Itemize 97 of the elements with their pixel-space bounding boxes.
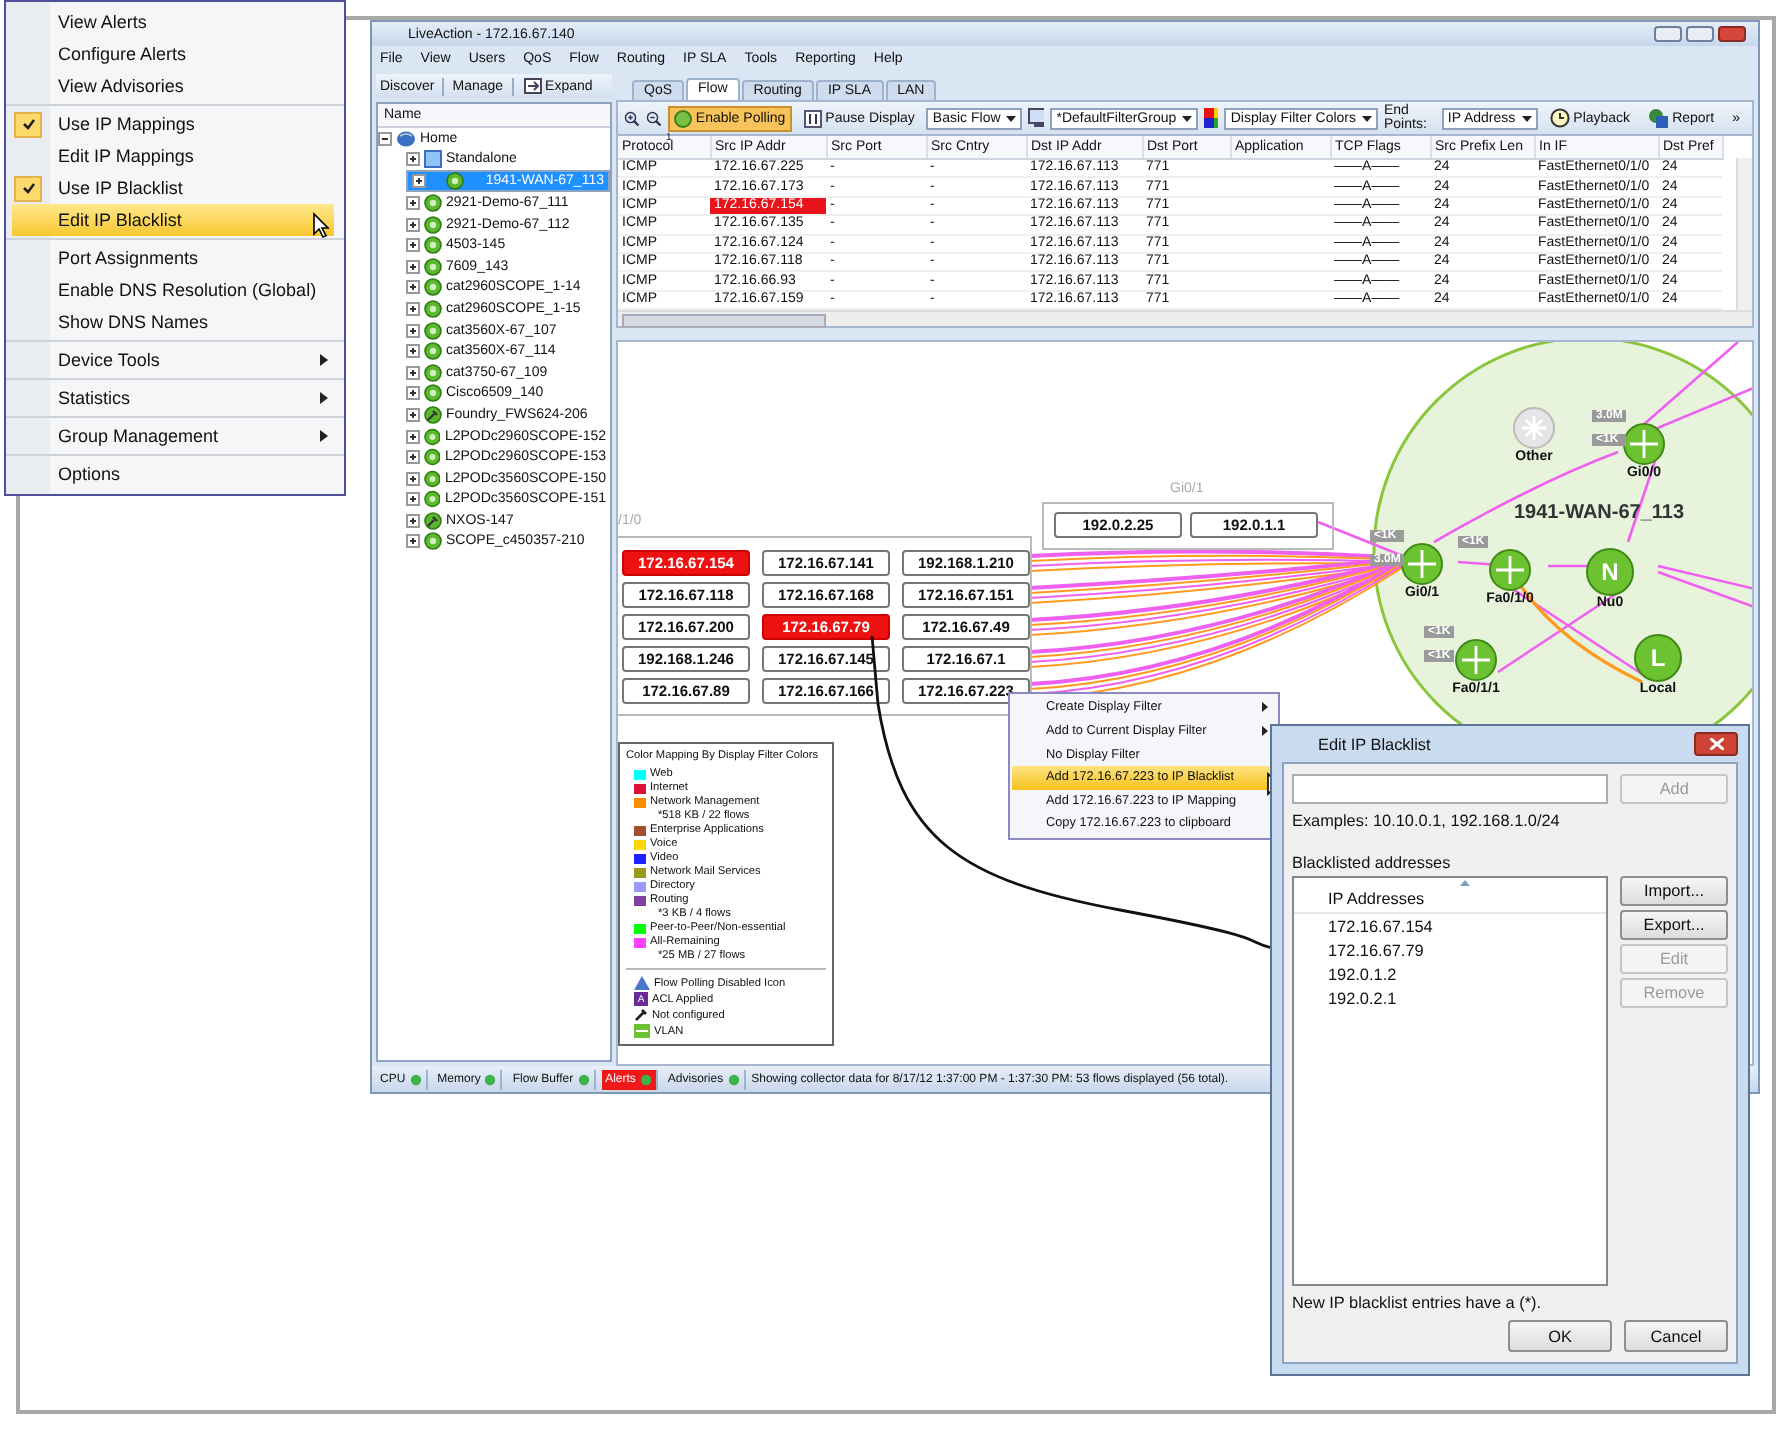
scrollbar[interactable] bbox=[618, 310, 1752, 327]
close-button[interactable] bbox=[1718, 26, 1746, 42]
expand-icon[interactable] bbox=[406, 259, 420, 274]
address-input-field[interactable] bbox=[1292, 774, 1609, 804]
wrench-icon bbox=[634, 1008, 648, 1023]
warning-triangle-icon bbox=[634, 976, 650, 991]
expand-icon[interactable] bbox=[406, 344, 420, 359]
caret-icon bbox=[1006, 115, 1017, 121]
menu-item[interactable]: Edit IP Blacklist bbox=[12, 204, 334, 236]
submenu-arrow-icon bbox=[1262, 726, 1268, 737]
menu-item[interactable]: Group Management bbox=[6, 420, 344, 452]
list-item[interactable]: 192.0.1.2 bbox=[1294, 962, 1606, 986]
expand-icon[interactable] bbox=[406, 152, 420, 167]
note-text: New IP blacklist entries have a (*). bbox=[1292, 1294, 1544, 1312]
menu-item[interactable]: Show DNS Names bbox=[6, 306, 344, 338]
report-icon bbox=[1648, 108, 1669, 128]
minimize-button[interactable] bbox=[1654, 26, 1682, 42]
checkbox[interactable] bbox=[14, 111, 42, 137]
router-icon bbox=[1512, 406, 1556, 451]
filter-icon[interactable] bbox=[1028, 108, 1045, 128]
list-item[interactable]: 172.16.67.79 bbox=[1294, 938, 1606, 962]
menu-item[interactable]: Use IP Blacklist bbox=[6, 172, 344, 204]
checkmark-icon bbox=[21, 118, 35, 130]
status-dot-icon bbox=[577, 1073, 590, 1085]
close-icon bbox=[1709, 738, 1723, 750]
expand-icon[interactable] bbox=[406, 534, 420, 549]
menu-item[interactable]: View Alerts bbox=[6, 6, 344, 38]
menu-item[interactable]: Edit IP Mappings bbox=[6, 140, 344, 172]
list-label: Blacklisted addresses bbox=[1292, 854, 1453, 872]
color-squares-icon[interactable] bbox=[1204, 108, 1219, 128]
menu-item[interactable]: Statistics bbox=[6, 382, 344, 414]
expand-icon[interactable] bbox=[406, 301, 420, 316]
pause-icon bbox=[803, 109, 822, 127]
expand-icon[interactable] bbox=[406, 323, 420, 338]
column-header[interactable]: IP Addresses bbox=[1294, 878, 1606, 914]
caret-icon bbox=[1362, 115, 1372, 121]
status-dot-icon bbox=[727, 1073, 740, 1085]
status-dot-icon bbox=[409, 1073, 422, 1085]
scrollbar[interactable] bbox=[1736, 158, 1752, 311]
submenu-arrow-icon bbox=[320, 392, 328, 404]
menu-item[interactable]: Device Tools bbox=[6, 344, 344, 376]
sort-caret-icon bbox=[1460, 880, 1470, 886]
menu-item[interactable]: Port Assignments bbox=[6, 242, 344, 274]
zoom-in-icon[interactable] bbox=[624, 107, 640, 129]
list-item[interactable]: 192.0.2.1 bbox=[1294, 986, 1606, 1010]
dialog-button[interactable]: Import... bbox=[1620, 876, 1728, 906]
list-item[interactable]: 172.16.67.154 bbox=[1294, 914, 1606, 938]
menu-item[interactable]: Use IP Mappings bbox=[6, 108, 344, 140]
router-icon bbox=[1622, 422, 1666, 467]
router-icon bbox=[1488, 548, 1532, 593]
status-dot-icon bbox=[639, 1073, 652, 1085]
menu-item[interactable]: View Advisories bbox=[6, 70, 344, 102]
checkbox[interactable] bbox=[14, 175, 42, 201]
dialog-button[interactable]: Cancel bbox=[1624, 1320, 1728, 1352]
expand-icon[interactable] bbox=[406, 280, 420, 295]
submenu-arrow-icon bbox=[320, 354, 328, 366]
expand-icon[interactable] bbox=[406, 429, 420, 444]
cursor-icon bbox=[312, 212, 330, 238]
expand-icon[interactable] bbox=[406, 365, 420, 380]
globe-icon bbox=[396, 129, 416, 148]
expand-icon[interactable] bbox=[406, 238, 420, 253]
submenu-arrow-icon bbox=[320, 430, 328, 442]
expand-panel-icon bbox=[523, 78, 542, 94]
menu-item[interactable]: Enable DNS Resolution (Global) bbox=[6, 274, 344, 306]
collapse-icon[interactable] bbox=[378, 131, 392, 146]
router-wrench-icon bbox=[424, 405, 442, 424]
clock-icon bbox=[1549, 108, 1570, 128]
expand-icon[interactable] bbox=[406, 217, 420, 232]
menu-item[interactable]: Options bbox=[6, 458, 344, 490]
caret-icon bbox=[1182, 115, 1193, 121]
restore-button[interactable] bbox=[1686, 26, 1714, 42]
expand-icon[interactable] bbox=[406, 513, 420, 528]
expand-icon[interactable] bbox=[406, 492, 420, 507]
dialog-button[interactable]: Export... bbox=[1620, 910, 1728, 940]
submenu-arrow-icon bbox=[1262, 702, 1268, 713]
router-icon bbox=[1454, 638, 1498, 683]
router-icon bbox=[1400, 542, 1444, 587]
expand-icon[interactable] bbox=[406, 386, 420, 401]
status-dot-icon bbox=[484, 1073, 497, 1085]
dialog-button[interactable]: OK bbox=[1508, 1320, 1612, 1352]
examples-text: Examples: 10.10.0.1, 192.168.1.0/24 bbox=[1292, 812, 1562, 830]
expand-icon[interactable] bbox=[406, 450, 420, 465]
expand-icon[interactable] bbox=[406, 195, 420, 210]
close-button[interactable] bbox=[1694, 732, 1738, 756]
expand-icon[interactable] bbox=[412, 174, 426, 189]
polling-icon bbox=[673, 109, 692, 127]
router-icon bbox=[424, 532, 442, 551]
zoom-out-icon[interactable] bbox=[645, 107, 662, 129]
dialog-title: Edit IP Blacklist bbox=[1318, 735, 1431, 753]
expand-icon[interactable] bbox=[406, 407, 420, 422]
caret-icon bbox=[1521, 115, 1532, 121]
checkmark-icon bbox=[21, 182, 35, 194]
menu-item[interactable]: Configure Alerts bbox=[6, 38, 344, 70]
expand-icon[interactable] bbox=[406, 471, 420, 486]
router-wrench-icon bbox=[424, 511, 442, 530]
square-icon bbox=[424, 150, 442, 169]
vlan-icon bbox=[634, 1024, 650, 1039]
